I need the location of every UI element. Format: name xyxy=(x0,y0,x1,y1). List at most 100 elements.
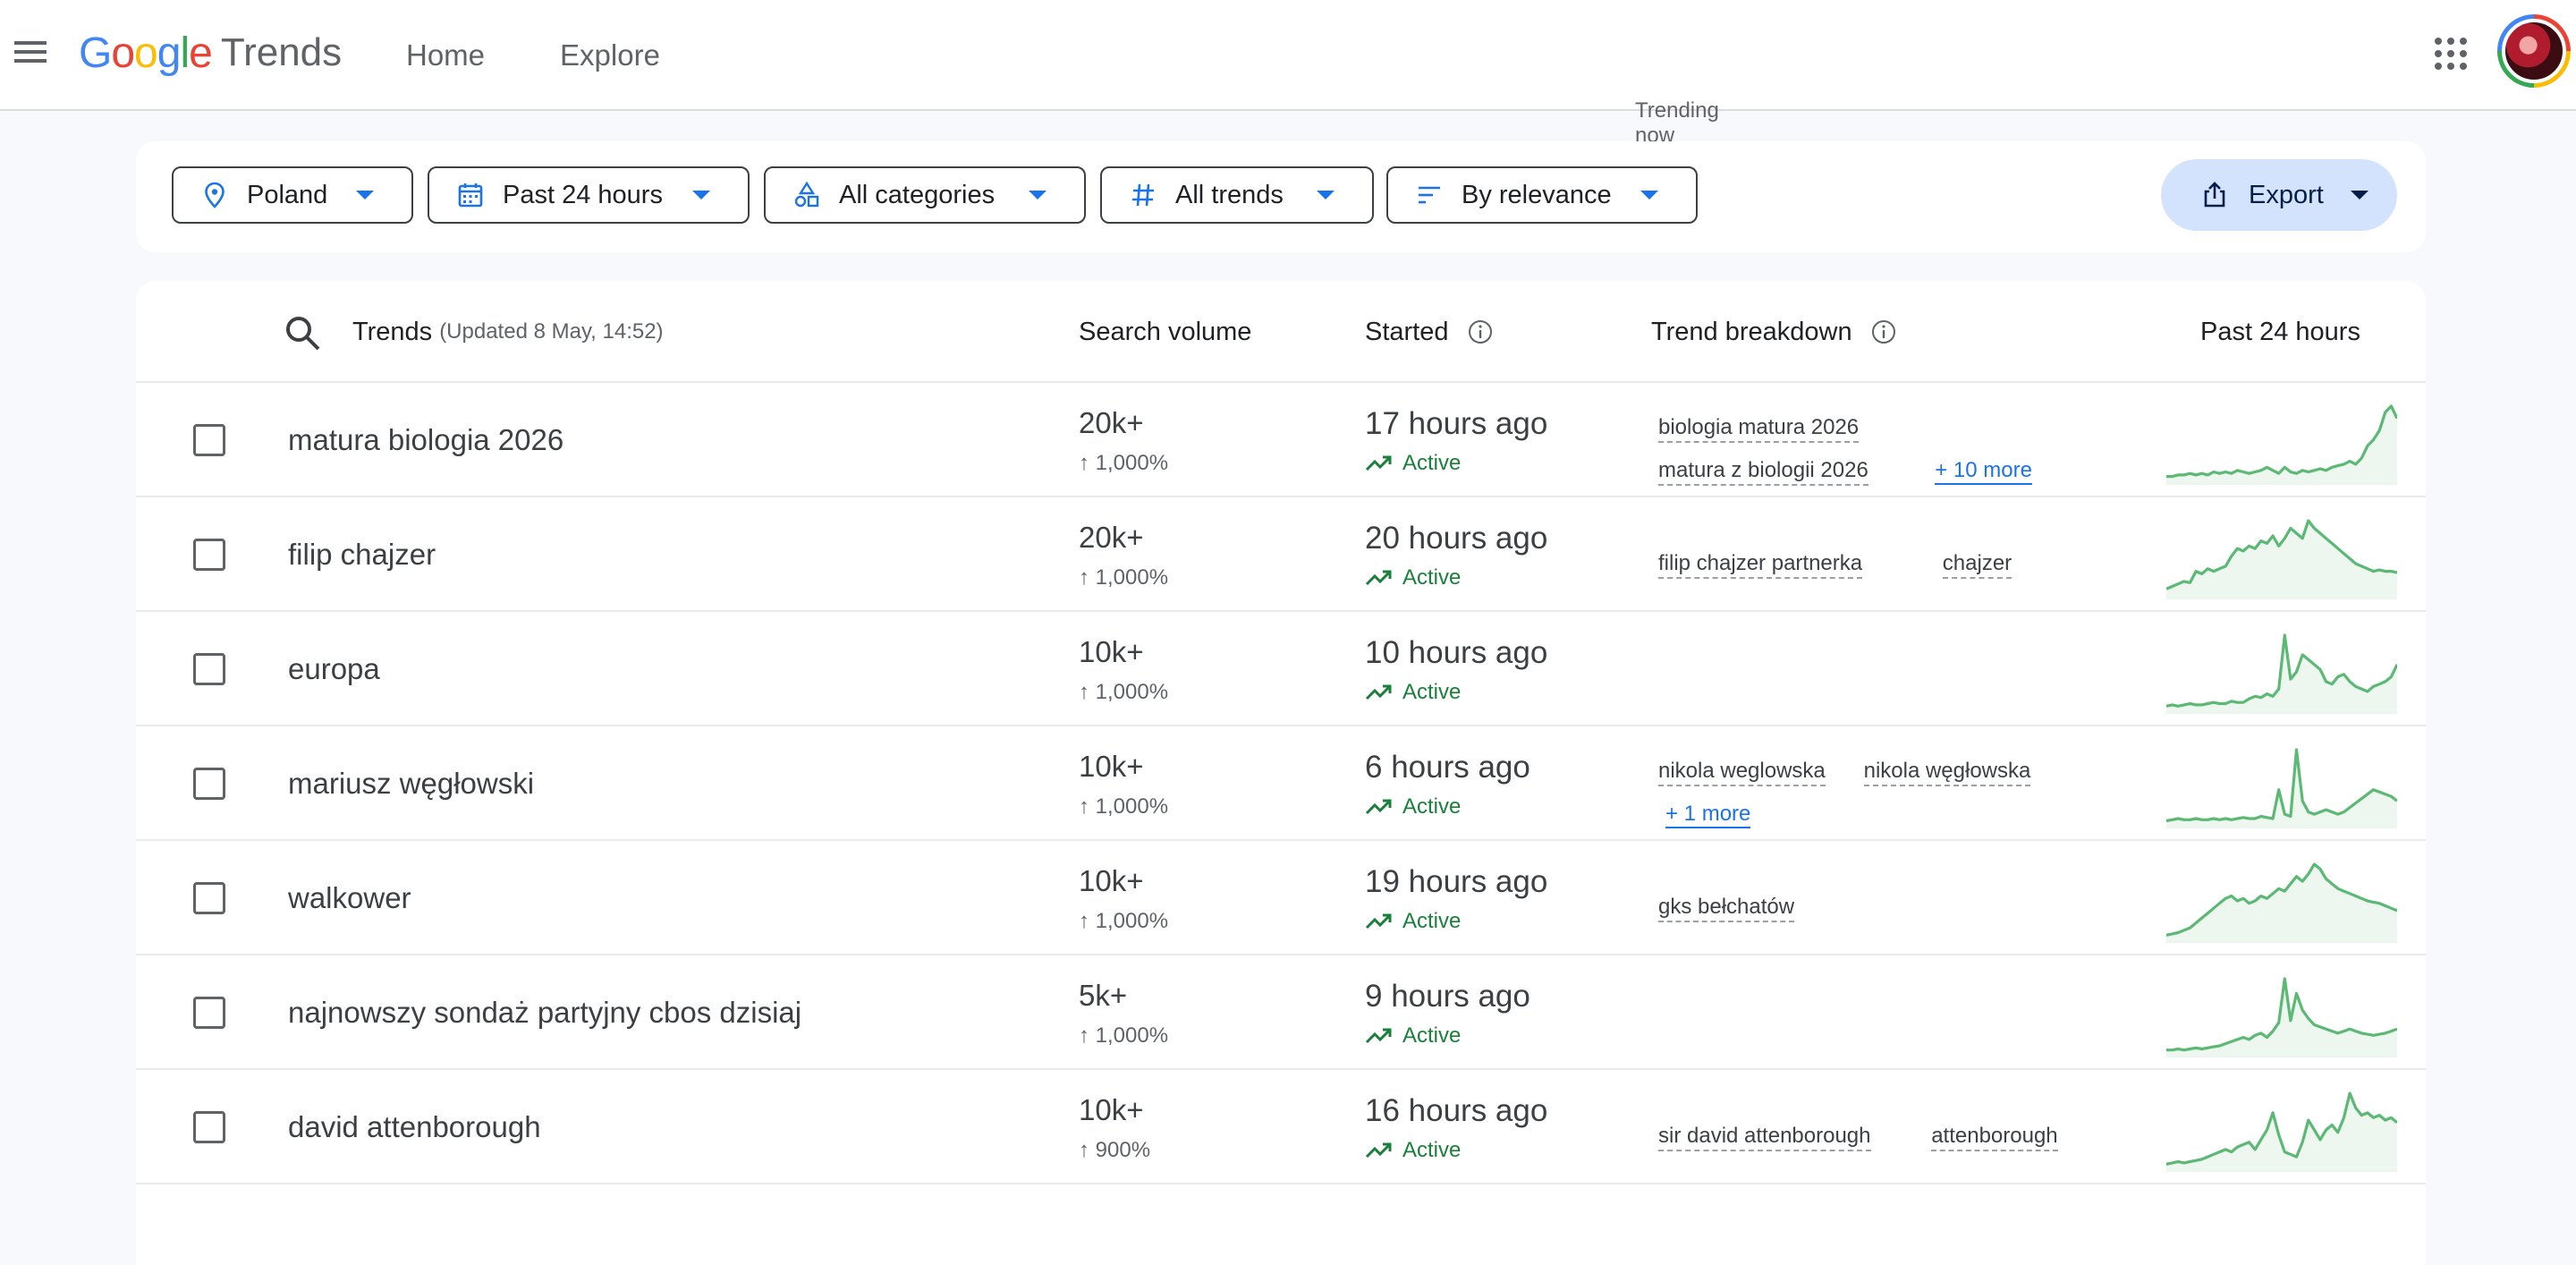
updated-time: (Updated 8 May, 14:52) xyxy=(439,319,664,344)
col-search-volume[interactable]: Search volume xyxy=(1079,281,1251,383)
chevron-down-icon xyxy=(356,191,374,200)
breakdown-query[interactable]: gks bełchatów xyxy=(1658,895,1795,922)
trend-term[interactable]: europa xyxy=(288,612,380,726)
main-nav: Home Explore Trending now xyxy=(369,0,1744,181)
more-queries-link[interactable]: + 1 more xyxy=(1665,802,1751,828)
table-row[interactable]: najnowszy sondaż partyjny cbos dzisiaj 5… xyxy=(136,955,2426,1070)
col-started[interactable]: Started xyxy=(1365,281,1494,383)
trend-term[interactable]: david attenborough xyxy=(288,1070,541,1184)
volume-change: ↑ 1,000% xyxy=(1079,1023,1169,1048)
menu-icon[interactable] xyxy=(13,34,48,70)
started-time: 20 hours ago xyxy=(1365,521,1548,556)
breakdown-query[interactable]: chajzer xyxy=(1942,551,2012,579)
chevron-down-icon xyxy=(1029,191,1046,200)
trending-up-icon xyxy=(1365,1142,1392,1159)
info-icon[interactable] xyxy=(1467,318,1494,345)
location-pin-icon xyxy=(205,182,225,208)
trending-up-icon xyxy=(1365,799,1392,815)
started-time: 16 hours ago xyxy=(1365,1093,1548,1128)
sparkline-chart xyxy=(2166,977,2397,1057)
google-trends-logo[interactable]: Google Trends xyxy=(79,23,342,82)
volume-change: ↑ 1,000% xyxy=(1079,909,1169,933)
trends-table: Trends (Updated 8 May, 14:52) Search vol… xyxy=(136,281,2426,1265)
breakdown-query[interactable]: sir david attenborough xyxy=(1658,1124,1871,1151)
table-row[interactable]: walkower 10k+ ↑ 1,000% 19 hours ago Acti… xyxy=(136,841,2426,955)
search-volume: 5k+ xyxy=(1079,979,1128,1012)
sparkline-chart xyxy=(2166,748,2397,828)
trending-up-icon xyxy=(1365,913,1392,930)
row-checkbox[interactable] xyxy=(193,539,225,571)
hashtag-icon xyxy=(1132,183,1154,207)
chevron-down-icon xyxy=(1640,191,1658,200)
breakdown-query[interactable]: nikola weglowska xyxy=(1658,759,1826,786)
trend-term[interactable]: najnowszy sondaż partyjny cbos dzisiaj xyxy=(288,955,801,1070)
search-volume: 10k+ xyxy=(1079,635,1144,668)
volume-change: ↑ 1,000% xyxy=(1079,680,1169,704)
status-badge: Active xyxy=(1365,794,1461,819)
trend-term[interactable]: filip chajzer xyxy=(288,497,436,612)
col-trends: Trends (Updated 8 May, 14:52) xyxy=(352,317,664,346)
more-queries-link[interactable]: + 10 more xyxy=(1935,458,2032,485)
row-checkbox[interactable] xyxy=(193,1111,225,1143)
export-button[interactable]: Export xyxy=(2161,159,2397,231)
table-row[interactable]: filip chajzer 20k+ ↑ 1,000% 20 hours ago… xyxy=(136,497,2426,612)
sparkline-chart xyxy=(2166,519,2397,599)
share-upload-icon xyxy=(2204,182,2225,208)
trends-filter[interactable]: All trends xyxy=(1100,166,1374,224)
nav-home[interactable]: Home xyxy=(369,0,522,111)
table-header: Trends (Updated 8 May, 14:52) Search vol… xyxy=(136,281,2426,383)
search-volume: 20k+ xyxy=(1079,521,1144,554)
sparkline-chart xyxy=(2166,404,2397,485)
volume-change: ↑ 1,000% xyxy=(1079,565,1169,590)
sort-filter[interactable]: By relevance xyxy=(1386,166,1698,224)
status-badge: Active xyxy=(1365,1138,1461,1163)
sort-icon xyxy=(1419,186,1440,204)
table-row[interactable]: matura biologia 2026 20k+ ↑ 1,000% 17 ho… xyxy=(136,383,2426,497)
row-checkbox[interactable] xyxy=(193,424,225,456)
trending-up-icon xyxy=(1365,684,1392,700)
started-time: 19 hours ago xyxy=(1365,864,1548,899)
col-past-24-hours: Past 24 hours xyxy=(2200,317,2360,346)
row-checkbox[interactable] xyxy=(193,653,225,685)
table-row[interactable]: david attenborough 10k+ ↑ 900% 16 hours … xyxy=(136,1070,2426,1184)
row-checkbox[interactable] xyxy=(193,882,225,914)
chevron-down-icon xyxy=(1317,191,1335,200)
started-time: 10 hours ago xyxy=(1365,635,1548,670)
col-trend-breakdown: Trend breakdown xyxy=(1651,281,1897,383)
started-time: 17 hours ago xyxy=(1365,406,1548,441)
trending-up-icon xyxy=(1365,1028,1392,1044)
country-filter[interactable]: Poland xyxy=(172,166,413,224)
status-badge: Active xyxy=(1365,1023,1461,1049)
category-shapes-icon xyxy=(794,181,819,208)
search-volume: 10k+ xyxy=(1079,864,1144,897)
nav-explore[interactable]: Explore xyxy=(522,0,698,111)
breakdown-query[interactable]: matura z biologii 2026 xyxy=(1658,458,1868,486)
volume-change: ↑ 1,000% xyxy=(1079,794,1169,819)
breakdown-query[interactable]: attenborough xyxy=(1931,1124,2058,1151)
info-icon[interactable] xyxy=(1870,318,1897,345)
trending-up-icon xyxy=(1365,570,1392,586)
chevron-down-icon xyxy=(692,191,710,200)
google-wordmark: Google xyxy=(79,29,213,77)
sparkline-area xyxy=(2166,750,2397,828)
google-apps-icon[interactable] xyxy=(2431,34,2470,73)
category-filter[interactable]: All categories xyxy=(764,166,1086,224)
trend-term[interactable]: matura biologia 2026 xyxy=(288,383,564,497)
time-filter[interactable]: Past 24 hours xyxy=(428,166,750,224)
search-icon[interactable] xyxy=(283,313,322,352)
table-row[interactable]: europa 10k+ ↑ 1,000% 10 hours ago Active xyxy=(136,612,2426,726)
account-avatar[interactable] xyxy=(2497,14,2571,88)
table-row[interactable]: mariusz węgłowski 10k+ ↑ 1,000% 6 hours … xyxy=(136,726,2426,841)
status-badge: Active xyxy=(1365,909,1461,934)
trend-term[interactable]: mariusz węgłowski xyxy=(288,726,534,841)
row-checkbox[interactable] xyxy=(193,997,225,1029)
breakdown-query[interactable]: filip chajzer partnerka xyxy=(1658,551,1863,579)
trends-wordmark: Trends xyxy=(220,30,343,74)
breakdown-query[interactable]: nikola węgłowska xyxy=(1863,759,2031,786)
row-checkbox[interactable] xyxy=(193,768,225,800)
status-badge: Active xyxy=(1365,565,1461,590)
trend-term[interactable]: walkower xyxy=(288,841,411,955)
started-time: 6 hours ago xyxy=(1365,750,1530,785)
breakdown-query[interactable]: biologia matura 2026 xyxy=(1658,415,1860,443)
filter-bar: Poland Past 24 hours All categories All … xyxy=(136,141,2426,252)
